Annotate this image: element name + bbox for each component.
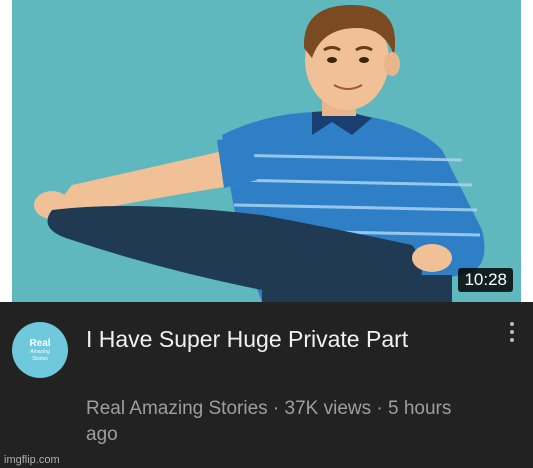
video-meta: Real Amazing Stories · 37K views · 5 hou…	[86, 398, 452, 445]
channel-avatar[interactable]: Real Amazing Stories	[12, 322, 68, 378]
menu-dot	[510, 338, 514, 342]
thumbnail-illustration	[34, 5, 485, 302]
video-thumbnail[interactable]: 10:28	[12, 0, 521, 302]
avatar-line-3: Stories	[32, 355, 48, 362]
avatar-line-1: Real	[29, 337, 51, 349]
video-title[interactable]: I Have Super Huge Private Part	[86, 324, 476, 354]
menu-dot	[510, 322, 514, 326]
avatar-line-2: Amazing	[30, 348, 50, 355]
video-duration-badge: 10:28	[458, 268, 513, 292]
menu-dot	[510, 330, 514, 334]
watermark: imgflip.com	[4, 454, 60, 466]
more-vertical-icon[interactable]	[505, 322, 519, 352]
video-info-panel: Real Amazing Stories I Have Super Huge P…	[0, 302, 533, 468]
